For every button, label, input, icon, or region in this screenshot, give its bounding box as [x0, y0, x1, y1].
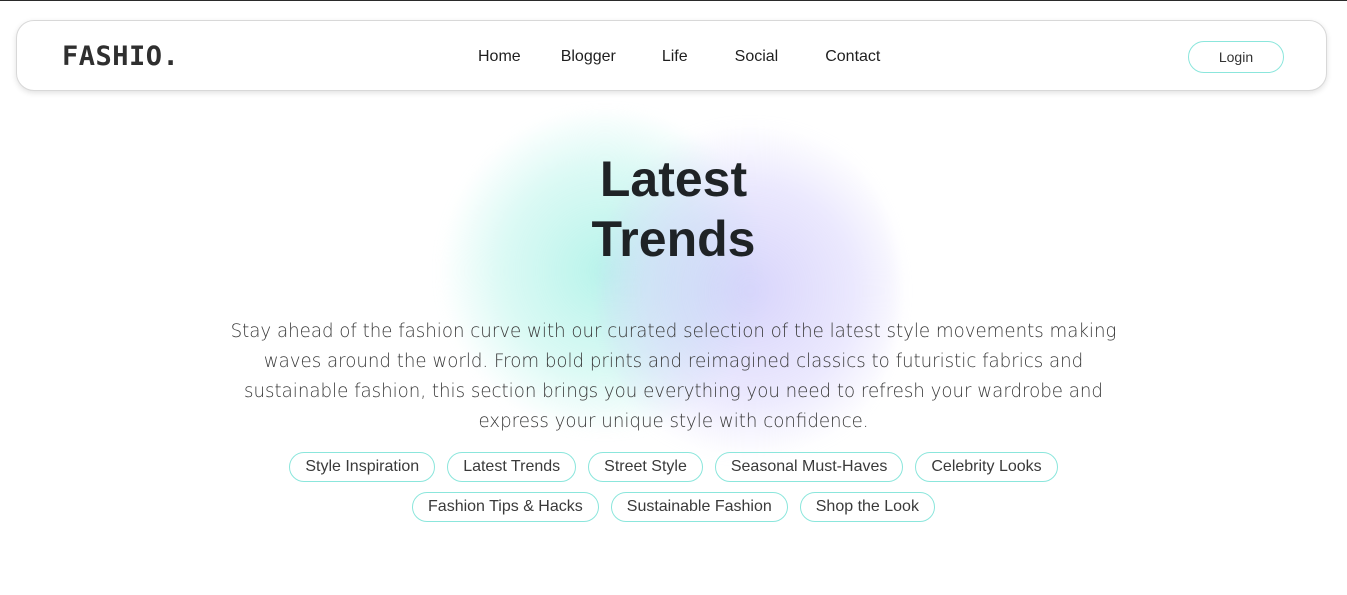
nav-link-life[interactable]: Life: [662, 47, 688, 67]
nav-link-home[interactable]: Home: [478, 47, 521, 67]
hero-description: Stay ahead of the fashion curve with our…: [230, 321, 1117, 432]
nav-link-social[interactable]: Social: [735, 47, 779, 67]
nav-links: Home Blogger Life Social Contact: [478, 47, 880, 67]
login-button[interactable]: Login: [1188, 41, 1284, 73]
tag-style-inspiration[interactable]: Style Inspiration: [289, 452, 436, 482]
tag-list: Style Inspiration Latest Trends Street S…: [260, 452, 1087, 522]
tag-sustainable-fashion[interactable]: Sustainable Fashion: [610, 492, 788, 522]
navbar: FASHIO. Home Blogger Life Social Contact…: [16, 20, 1327, 91]
tag-shop-the-look[interactable]: Shop the Look: [799, 492, 935, 522]
tag-celebrity-looks[interactable]: Celebrity Looks: [915, 452, 1058, 482]
page-title-line-2: Trends: [591, 211, 756, 267]
tag-fashion-tips-hacks[interactable]: Fashion Tips & Hacks: [412, 492, 599, 522]
tag-latest-trends[interactable]: Latest Trends: [447, 452, 577, 482]
tag-street-style[interactable]: Street Style: [588, 452, 703, 482]
brand-logo[interactable]: FASHIO.: [62, 40, 179, 74]
nav-link-contact[interactable]: Contact: [825, 47, 880, 67]
page-title: Latest Trends: [0, 149, 1347, 269]
nav-link-blogger[interactable]: Blogger: [561, 47, 616, 67]
page-title-line-1: Latest: [599, 151, 748, 207]
tag-seasonal-must-haves[interactable]: Seasonal Must-Haves: [714, 452, 904, 482]
